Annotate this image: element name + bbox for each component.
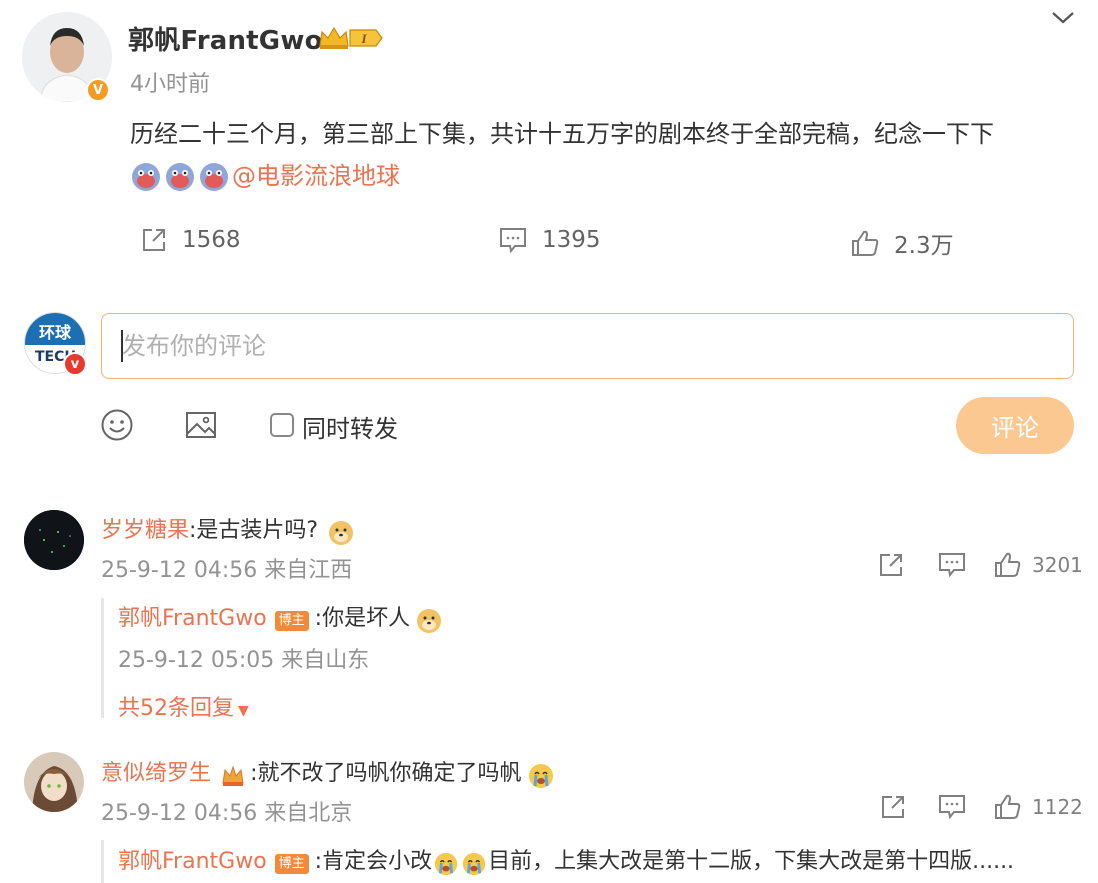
- host-badge: 博主: [274, 853, 309, 874]
- avatar-logo-text: 环球: [25, 313, 85, 345]
- doge-emoji-icon: [415, 607, 443, 635]
- comment-icon: [500, 228, 526, 254]
- crown-level-icon: I: [318, 24, 384, 52]
- repost-checkbox[interactable]: [270, 413, 294, 437]
- reply-text: :肯定会小改: [314, 849, 433, 874]
- commenter-avatar[interactable]: [24, 752, 84, 812]
- crying-emoji-icon: [527, 762, 555, 790]
- chevron-down-icon[interactable]: [1050, 8, 1076, 28]
- commenter-name[interactable]: 岁岁糖果: [101, 518, 189, 543]
- emoji-icon: [130, 161, 162, 193]
- emoji-icon: [198, 161, 230, 193]
- verified-badge-icon: V: [86, 78, 110, 102]
- host-badge: 博主: [274, 610, 309, 631]
- comment-input-box[interactable]: [101, 313, 1074, 379]
- comment-actions: 1122: [880, 794, 1083, 820]
- emoji-picker-icon[interactable]: [100, 408, 134, 446]
- more-replies-label: 共52条回复: [118, 696, 234, 721]
- comment-meta: 25-9-12 04:56 来自北京: [101, 801, 353, 826]
- reply-meta: 25-9-12 05:05 来自山东: [118, 648, 370, 673]
- like-count: 2.3万: [894, 233, 954, 259]
- doge-emoji-icon: [327, 519, 355, 547]
- comment-meta: 25-9-12 04:56 来自江西: [101, 558, 353, 583]
- reply-icon[interactable]: [938, 794, 966, 820]
- text-caret: [121, 330, 123, 362]
- svg-text:I: I: [360, 31, 367, 46]
- reply-text-continued: 目前，上集大改是第十二版，下集大改是第十四版......: [488, 849, 1015, 874]
- thumbs-up-icon: [852, 230, 879, 256]
- post-text: 历经二十三个月，第三部上下集，共计十五万字的剧本终于全部完稿，纪念一下下: [130, 120, 994, 148]
- comment-actions: 3201: [878, 552, 1083, 578]
- reply-author-name[interactable]: 郭帆FrantGwo: [118, 849, 267, 874]
- caret-down-icon: ▼: [238, 703, 249, 719]
- post-time: 4小时前: [130, 72, 210, 97]
- comment-like-count: 1122: [1032, 795, 1083, 819]
- verified-badge-icon: v: [63, 352, 87, 376]
- commenter-name[interactable]: 意似绮罗生: [101, 761, 211, 786]
- reply-divider: [101, 840, 104, 883]
- commenter-avatar[interactable]: [24, 510, 84, 570]
- comment-input[interactable]: [102, 314, 1073, 378]
- repost-checkbox-label[interactable]: 同时转发: [302, 409, 398, 444]
- crying-emoji-icon: [461, 851, 487, 877]
- repost-button[interactable]: 1568: [140, 226, 241, 254]
- comment-like-count: 3201: [1032, 553, 1083, 577]
- repost-icon[interactable]: [880, 794, 908, 820]
- reply-line: 郭帆FrantGwo 博主:肯定会小改 目前，上集大改是第十二版，下集大改是第十四…: [118, 843, 1014, 877]
- vip-crown-icon: [220, 763, 246, 789]
- like-button[interactable]: 2.3万: [850, 226, 954, 260]
- more-replies-link[interactable]: 共52条回复 ▼: [118, 690, 249, 722]
- comment-line: 岁岁糖果:是古装片吗?: [101, 512, 357, 547]
- reply-line: 郭帆FrantGwo 博主:你是坏人: [118, 600, 445, 635]
- reply-divider: [101, 598, 104, 718]
- comment-text: :是古装片吗?: [189, 518, 319, 543]
- thumbs-up-icon[interactable]: [994, 794, 1022, 820]
- repost-icon: [143, 229, 165, 251]
- comment-text: :就不改了吗帆你确定了吗帆: [250, 761, 522, 786]
- comment-line: 意似绮罗生 :就不改了吗帆你确定了吗帆: [101, 755, 557, 790]
- comment-button[interactable]: 1395: [498, 226, 601, 254]
- author-name[interactable]: 郭帆FrantGwo: [128, 20, 323, 57]
- image-upload-icon[interactable]: [184, 408, 218, 446]
- emoji-icon: [164, 161, 196, 193]
- reply-text: :你是坏人: [314, 606, 411, 631]
- comment-count: 1395: [542, 227, 601, 253]
- mention-link[interactable]: @电影流浪地球: [232, 162, 400, 190]
- crying-emoji-icon: [433, 851, 459, 877]
- repost-icon[interactable]: [878, 552, 906, 578]
- post-body: 历经二十三个月，第三部上下集，共计十五万字的剧本终于全部完稿，纪念一下下 @电影…: [130, 114, 1090, 196]
- reply-icon[interactable]: [938, 552, 966, 578]
- repost-count: 1568: [182, 227, 241, 253]
- thumbs-up-icon[interactable]: [994, 552, 1022, 578]
- submit-comment-button[interactable]: 评论: [956, 397, 1074, 454]
- reply-author-name[interactable]: 郭帆FrantGwo: [118, 606, 267, 631]
